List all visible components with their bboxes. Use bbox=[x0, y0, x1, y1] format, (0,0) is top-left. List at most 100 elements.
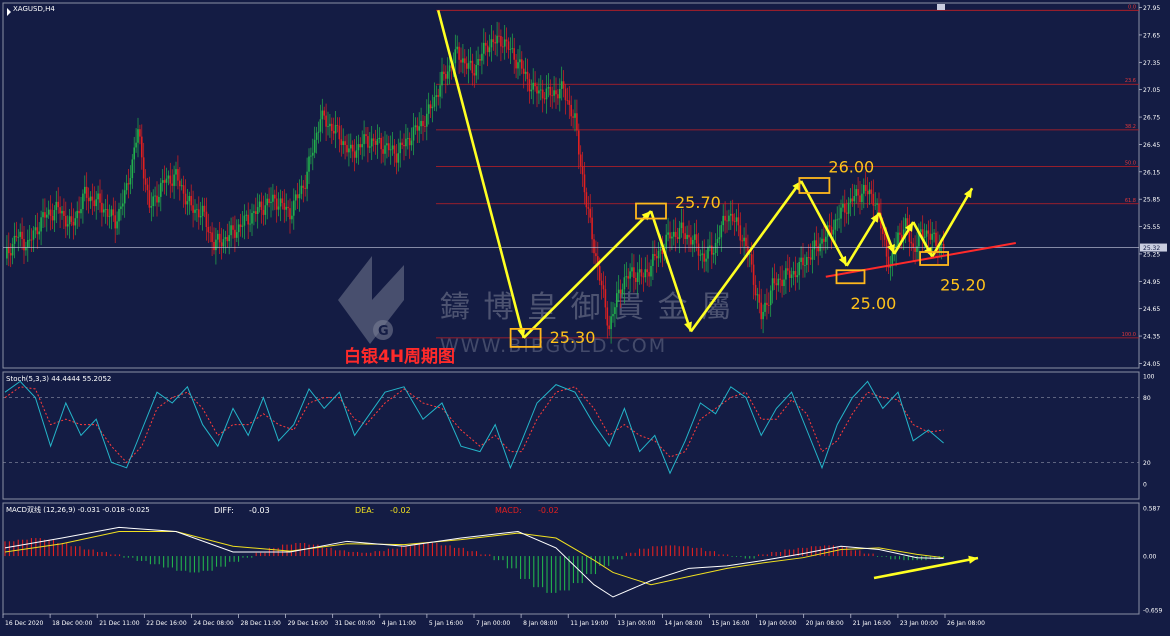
candle-body bbox=[739, 225, 742, 241]
candle-body bbox=[579, 154, 582, 167]
candle-body bbox=[817, 246, 819, 252]
macd-diff-label: DIFF: bbox=[214, 506, 234, 515]
candle-body bbox=[731, 213, 734, 222]
candle-body bbox=[728, 215, 730, 222]
candle-body bbox=[811, 249, 814, 260]
candle-body bbox=[853, 196, 856, 202]
price-tick-label: 24.35 bbox=[1143, 334, 1160, 341]
candle-body bbox=[118, 208, 120, 222]
candle-body bbox=[319, 119, 322, 132]
candle-body bbox=[502, 46, 504, 48]
candle-body bbox=[646, 269, 648, 273]
time-tick-label: 15 Jan 16:00 bbox=[712, 620, 750, 627]
macd-diff-value: -0.03 bbox=[249, 506, 270, 515]
candle-body bbox=[15, 235, 18, 238]
time-tick-label: 29 Dec 16:00 bbox=[288, 620, 329, 627]
candle-body bbox=[163, 180, 166, 183]
candle-body bbox=[587, 207, 590, 209]
candle-body bbox=[693, 234, 696, 240]
candle-body bbox=[232, 225, 234, 230]
price-tick-label: 27.05 bbox=[1143, 87, 1160, 94]
candle-body bbox=[365, 134, 367, 137]
candle-body bbox=[528, 79, 531, 92]
candle-body bbox=[386, 143, 388, 146]
candle-body bbox=[690, 237, 692, 245]
candle-body bbox=[828, 225, 831, 227]
candle-body bbox=[659, 248, 662, 251]
candle-body bbox=[752, 264, 755, 285]
stoch-level-label: 20 bbox=[1143, 460, 1151, 467]
candle-body bbox=[68, 216, 71, 225]
candle-body bbox=[44, 212, 46, 218]
candle-body bbox=[247, 214, 249, 225]
candle-body bbox=[868, 189, 871, 195]
candle-body bbox=[49, 209, 52, 217]
candle-body bbox=[682, 222, 685, 234]
candle-body bbox=[707, 246, 709, 259]
candle-body bbox=[492, 39, 495, 43]
candle-body bbox=[762, 311, 764, 320]
price-tick-label: 26.15 bbox=[1143, 169, 1160, 176]
candle-body bbox=[87, 197, 90, 202]
candle-body bbox=[184, 193, 187, 205]
candle-body bbox=[578, 130, 580, 155]
macd-level-label: 0.00 bbox=[1143, 554, 1157, 561]
candle-body bbox=[792, 271, 795, 275]
candle-body bbox=[137, 129, 139, 143]
candle-body bbox=[804, 265, 806, 266]
candle-body bbox=[332, 130, 335, 134]
candle-body bbox=[255, 211, 257, 215]
candle-body bbox=[874, 204, 876, 206]
candle-body bbox=[224, 237, 227, 240]
candle-body bbox=[821, 238, 823, 244]
time-tick-label: 28 Dec 11:00 bbox=[241, 620, 282, 627]
candle-body bbox=[838, 218, 840, 220]
candle-body bbox=[127, 183, 130, 185]
candle-body bbox=[540, 89, 542, 91]
candle-body bbox=[285, 206, 287, 210]
candle-body bbox=[342, 141, 344, 146]
candle-body bbox=[800, 257, 802, 262]
candle-body bbox=[431, 106, 434, 109]
candle-body bbox=[532, 82, 534, 90]
candle-body bbox=[338, 125, 341, 140]
candle-body bbox=[399, 142, 401, 154]
candle-body bbox=[215, 239, 217, 251]
candle-body bbox=[845, 212, 848, 214]
candle-body bbox=[448, 65, 451, 72]
candle-body bbox=[479, 59, 481, 61]
candle-body bbox=[517, 62, 519, 69]
candle-body bbox=[53, 209, 56, 221]
candle-body bbox=[302, 185, 305, 188]
candle-body bbox=[593, 239, 595, 254]
candle-body bbox=[298, 193, 301, 199]
close-indicator-icon[interactable] bbox=[937, 4, 945, 10]
candle-body bbox=[870, 189, 873, 194]
candle-body bbox=[422, 120, 424, 127]
candle-body bbox=[213, 241, 215, 251]
candle-body bbox=[616, 293, 618, 308]
candle-body bbox=[591, 217, 593, 240]
candle-body bbox=[483, 42, 485, 54]
time-tick-label: 19 Jan 00:00 bbox=[759, 620, 797, 627]
candle-body bbox=[123, 190, 126, 204]
candle-body bbox=[940, 243, 943, 245]
candle-body bbox=[741, 240, 743, 242]
candle-body bbox=[674, 231, 677, 238]
candle-body bbox=[500, 35, 502, 47]
candle-body bbox=[218, 233, 221, 243]
candle-body bbox=[617, 289, 620, 294]
macd-macd-label: MACD: bbox=[495, 506, 522, 515]
candle-body bbox=[574, 113, 576, 118]
candle-body bbox=[703, 253, 705, 262]
candle-body bbox=[361, 144, 363, 148]
candle-body bbox=[608, 325, 610, 330]
fib-label: 23.6 bbox=[1125, 78, 1136, 84]
candle-body bbox=[445, 74, 447, 79]
candle-body bbox=[467, 62, 470, 69]
candle-body bbox=[806, 257, 808, 266]
candle-body bbox=[557, 94, 559, 99]
candle-body bbox=[631, 267, 633, 272]
candle-body bbox=[606, 307, 609, 326]
candle-body bbox=[859, 195, 861, 203]
